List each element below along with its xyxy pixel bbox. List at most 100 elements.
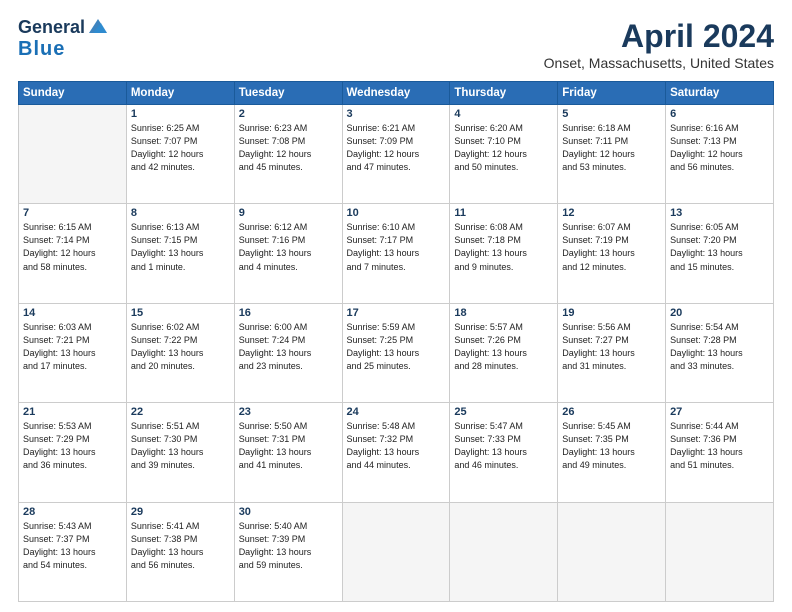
calendar-week-2: 7Sunrise: 6:15 AM Sunset: 7:14 PM Daylig…	[19, 204, 774, 303]
day-info: Sunrise: 5:47 AM Sunset: 7:33 PM Dayligh…	[454, 420, 553, 472]
day-number: 13	[670, 207, 769, 219]
calendar-cell: 10 Sunrise: 6:10 AM Sunset: 7:17 PM Dayli…	[342, 204, 450, 303]
calendar-cell: 6 Sunrise: 6:16 AM Sunset: 7:13 PM Daylig…	[666, 105, 774, 204]
day-info: Sunrise: 5:56 AM Sunset: 7:27 PM Dayligh…	[562, 321, 661, 373]
calendar-cell: 20 Sunrise: 5:54 AM Sunset: 7:28 PM Dayli…	[666, 303, 774, 402]
day-info: Sunrise: 6:02 AM Sunset: 7:22 PM Dayligh…	[131, 321, 230, 373]
calendar-cell: 25 Sunrise: 5:47 AM Sunset: 7:33 PM Dayli…	[450, 403, 558, 502]
weekday-header-monday: Monday	[126, 82, 234, 105]
day-number: 15	[131, 307, 230, 319]
logo-general: General	[18, 18, 85, 38]
calendar-cell: 26 Sunrise: 5:45 AM Sunset: 7:35 PM Dayli…	[558, 403, 666, 502]
day-number: 1	[131, 108, 230, 120]
day-info: Sunrise: 5:53 AM Sunset: 7:29 PM Dayligh…	[23, 420, 122, 472]
calendar-week-1: 1 Sunrise: 6:25 AM Sunset: 7:07 PM Daylig…	[19, 105, 774, 204]
day-info: Sunrise: 6:05 AM Sunset: 7:20 PM Dayligh…	[670, 221, 769, 273]
weekday-header-saturday: Saturday	[666, 82, 774, 105]
day-info: Sunrise: 6:10 AM Sunset: 7:17 PM Dayligh…	[347, 221, 446, 273]
day-number: 3	[347, 108, 446, 120]
day-info: Sunrise: 6:13 AM Sunset: 7:15 PM Dayligh…	[131, 221, 230, 273]
day-info: Sunrise: 5:51 AM Sunset: 7:30 PM Dayligh…	[131, 420, 230, 472]
day-info: Sunrise: 6:08 AM Sunset: 7:18 PM Dayligh…	[454, 221, 553, 273]
main-title: April 2024	[544, 18, 774, 55]
day-info: Sunrise: 5:41 AM Sunset: 7:38 PM Dayligh…	[131, 520, 230, 572]
calendar-cell: 5 Sunrise: 6:18 AM Sunset: 7:11 PM Daylig…	[558, 105, 666, 204]
weekday-header-thursday: Thursday	[450, 82, 558, 105]
calendar-cell: 19 Sunrise: 5:56 AM Sunset: 7:27 PM Dayli…	[558, 303, 666, 402]
day-info: Sunrise: 5:54 AM Sunset: 7:28 PM Dayligh…	[670, 321, 769, 373]
day-number: 23	[239, 406, 338, 418]
day-number: 20	[670, 307, 769, 319]
day-info: Sunrise: 6:12 AM Sunset: 7:16 PM Dayligh…	[239, 221, 338, 273]
calendar-week-3: 14Sunrise: 6:03 AM Sunset: 7:21 PM Dayli…	[19, 303, 774, 402]
day-info: Sunrise: 5:43 AM Sunset: 7:37 PM Dayligh…	[23, 520, 122, 572]
day-info: Sunrise: 6:23 AM Sunset: 7:08 PM Dayligh…	[239, 122, 338, 174]
calendar-cell: 7Sunrise: 6:15 AM Sunset: 7:14 PM Daylig…	[19, 204, 127, 303]
day-info: Sunrise: 5:45 AM Sunset: 7:35 PM Dayligh…	[562, 420, 661, 472]
weekday-header-row: SundayMondayTuesdayWednesdayThursdayFrid…	[19, 82, 774, 105]
day-number: 10	[347, 207, 446, 219]
weekday-header-tuesday: Tuesday	[234, 82, 342, 105]
calendar-cell: 24 Sunrise: 5:48 AM Sunset: 7:32 PM Dayli…	[342, 403, 450, 502]
day-number: 30	[239, 506, 338, 518]
calendar-cell	[342, 502, 450, 601]
day-info: Sunrise: 5:57 AM Sunset: 7:26 PM Dayligh…	[454, 321, 553, 373]
calendar-cell: 1 Sunrise: 6:25 AM Sunset: 7:07 PM Daylig…	[126, 105, 234, 204]
day-info: Sunrise: 6:18 AM Sunset: 7:11 PM Dayligh…	[562, 122, 661, 174]
day-number: 11	[454, 207, 553, 219]
logo-blue: Blue	[18, 38, 65, 60]
day-number: 21	[23, 406, 122, 418]
day-number: 12	[562, 207, 661, 219]
calendar-cell	[558, 502, 666, 601]
subtitle: Onset, Massachusetts, United States	[544, 55, 774, 71]
day-number: 26	[562, 406, 661, 418]
calendar-cell	[666, 502, 774, 601]
day-number: 9	[239, 207, 338, 219]
header: General Blue April 2024 Onset, Massachus…	[18, 18, 774, 71]
day-number: 6	[670, 108, 769, 120]
calendar-cell: 22 Sunrise: 5:51 AM Sunset: 7:30 PM Dayli…	[126, 403, 234, 502]
day-number: 16	[239, 307, 338, 319]
day-info: Sunrise: 6:16 AM Sunset: 7:13 PM Dayligh…	[670, 122, 769, 174]
day-info: Sunrise: 5:59 AM Sunset: 7:25 PM Dayligh…	[347, 321, 446, 373]
calendar-week-5: 28 Sunrise: 5:43 AM Sunset: 7:37 PM Dayli…	[19, 502, 774, 601]
day-number: 14	[23, 307, 122, 319]
day-info: Sunrise: 5:44 AM Sunset: 7:36 PM Dayligh…	[670, 420, 769, 472]
day-info: Sunrise: 6:25 AM Sunset: 7:07 PM Dayligh…	[131, 122, 230, 174]
calendar-cell: 27Sunrise: 5:44 AM Sunset: 7:36 PM Dayli…	[666, 403, 774, 502]
calendar-cell: 17 Sunrise: 5:59 AM Sunset: 7:25 PM Dayli…	[342, 303, 450, 402]
day-number: 18	[454, 307, 553, 319]
day-number: 24	[347, 406, 446, 418]
day-info: Sunrise: 5:50 AM Sunset: 7:31 PM Dayligh…	[239, 420, 338, 472]
calendar-cell	[19, 105, 127, 204]
calendar-cell: 21 Sunrise: 5:53 AM Sunset: 7:29 PM Dayli…	[19, 403, 127, 502]
day-info: Sunrise: 6:15 AM Sunset: 7:14 PM Dayligh…	[23, 221, 122, 273]
calendar-cell: 12 Sunrise: 6:07 AM Sunset: 7:19 PM Dayli…	[558, 204, 666, 303]
day-number: 8	[131, 207, 230, 219]
page: General Blue April 2024 Onset, Massachus…	[0, 0, 792, 612]
calendar-cell: 16Sunrise: 6:00 AM Sunset: 7:24 PM Dayli…	[234, 303, 342, 402]
calendar-cell: 9 Sunrise: 6:12 AM Sunset: 7:16 PM Daylig…	[234, 204, 342, 303]
day-info: Sunrise: 6:07 AM Sunset: 7:19 PM Dayligh…	[562, 221, 661, 273]
logo-icon	[87, 15, 109, 37]
weekday-header-friday: Friday	[558, 82, 666, 105]
day-number: 22	[131, 406, 230, 418]
calendar-cell: 15 Sunrise: 6:02 AM Sunset: 7:22 PM Dayli…	[126, 303, 234, 402]
day-number: 5	[562, 108, 661, 120]
calendar-cell: 28 Sunrise: 5:43 AM Sunset: 7:37 PM Dayli…	[19, 502, 127, 601]
calendar-cell: 23 Sunrise: 5:50 AM Sunset: 7:31 PM Dayli…	[234, 403, 342, 502]
day-number: 29	[131, 506, 230, 518]
day-info: Sunrise: 5:48 AM Sunset: 7:32 PM Dayligh…	[347, 420, 446, 472]
day-number: 25	[454, 406, 553, 418]
calendar-cell: 11 Sunrise: 6:08 AM Sunset: 7:18 PM Dayli…	[450, 204, 558, 303]
calendar-week-4: 21 Sunrise: 5:53 AM Sunset: 7:29 PM Dayli…	[19, 403, 774, 502]
day-number: 17	[347, 307, 446, 319]
day-number: 28	[23, 506, 122, 518]
day-number: 2	[239, 108, 338, 120]
day-number: 19	[562, 307, 661, 319]
logo: General Blue	[18, 18, 109, 60]
calendar-cell: 4Sunrise: 6:20 AM Sunset: 7:10 PM Daylig…	[450, 105, 558, 204]
day-info: Sunrise: 6:20 AM Sunset: 7:10 PM Dayligh…	[454, 122, 553, 174]
weekday-header-wednesday: Wednesday	[342, 82, 450, 105]
weekday-header-sunday: Sunday	[19, 82, 127, 105]
